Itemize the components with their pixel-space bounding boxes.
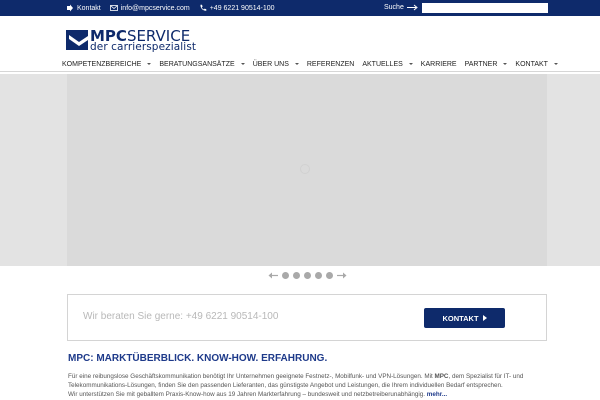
caret-down-icon <box>408 63 413 65</box>
search-label: Suche <box>384 4 404 11</box>
intro-line-3: Wir unterstützen Sie mit geballtem Praxi… <box>68 390 548 399</box>
contact-arrow-icon <box>67 4 73 12</box>
slider-dot[interactable] <box>282 271 289 279</box>
hero-slider[interactable] <box>0 74 600 266</box>
nav-item-label: BERATUNGSANSÄTZE <box>159 60 235 68</box>
nav-item-über-uns[interactable]: ÜBER UNS <box>253 61 299 68</box>
phone-label: +49 6221 90514-100 <box>209 4 275 12</box>
nav-item-label: KONTAKT <box>515 60 548 68</box>
loading-icon <box>300 164 310 174</box>
caret-down-icon <box>147 63 152 65</box>
nav-item-karriere[interactable]: KARRIERE <box>421 61 457 68</box>
phone-link[interactable]: +49 6221 90514-100 <box>199 4 275 12</box>
caret-down-icon <box>503 63 508 65</box>
nav-item-referenzen[interactable]: REFERENZEN <box>307 61 354 68</box>
logo[interactable]: MPCSERVICE der carrierspezialist <box>66 27 196 54</box>
slider-dot[interactable] <box>315 271 322 279</box>
caret-down-icon <box>553 63 558 65</box>
play-arrow-icon <box>482 315 487 321</box>
email-label: info@mpcservice.com <box>120 4 190 12</box>
nav-item-label: ÜBER UNS <box>252 60 289 68</box>
intro-line-1a: Für eine reibungslose Geschäftskommunika… <box>68 373 435 380</box>
mail-icon <box>109 5 118 11</box>
nav-item-kompetenzbereiche[interactable]: KOMPETENZBEREICHE <box>62 60 152 68</box>
logo-mark-icon <box>66 30 88 50</box>
intro-line-1b: , dem Spezialist für IT- und <box>448 373 524 380</box>
nav-item-kontakt[interactable]: KONTAKT <box>515 61 558 68</box>
phone-icon <box>200 4 207 11</box>
nav-item-label: KOMPETENZBEREICHE <box>62 60 142 68</box>
nav-item-aktuelles[interactable]: AKTUELLES <box>362 60 413 68</box>
contact-box-text: Wir beraten Sie gerne: +49 6221 90514-10… <box>83 311 279 322</box>
contact-link-label: Kontakt <box>77 4 101 12</box>
slider-next-icon[interactable] <box>337 272 347 279</box>
intro-line-1-bold: MPC <box>434 373 449 380</box>
slider-pagination <box>268 271 347 279</box>
logo-subtitle: der carrierspezialist <box>90 41 197 53</box>
nav-item-partner[interactable]: PARTNER <box>465 61 508 68</box>
slider-prev-icon[interactable] <box>268 272 278 279</box>
contact-button-label: KONTAKT <box>442 313 479 323</box>
nav-item-beratungsansätze[interactable]: BERATUNGSANSÄTZE <box>159 60 245 68</box>
contact-link[interactable]: Kontakt <box>66 4 101 12</box>
nav-item-label: PARTNER <box>464 60 498 68</box>
intro-line-2: Telekommunikations-Lösungen, finden Sie … <box>68 382 503 389</box>
nav-item-label: REFERENZEN <box>306 60 355 68</box>
nav-item-label: AKTUELLES <box>362 60 403 68</box>
search-arrow-icon[interactable] <box>407 3 419 12</box>
slider-dot[interactable] <box>293 271 300 279</box>
nav-divider <box>0 71 600 72</box>
nav-item-label: KARRIERE <box>420 60 457 68</box>
slider-dot[interactable] <box>304 271 311 279</box>
search-input[interactable] <box>422 3 548 13</box>
caret-down-icon <box>294 63 299 65</box>
slider-dot[interactable] <box>326 271 333 279</box>
more-link[interactable]: mehr... <box>427 391 447 398</box>
intro-title: MPC: MARKTÜBERBLICK. KNOW-HOW. ERFAHRUNG… <box>68 353 328 364</box>
intro-body: Für eine reibungslose Geschäftskommunika… <box>68 372 548 399</box>
contact-button[interactable]: KONTAKT <box>424 308 505 328</box>
contact-box: Wir beraten Sie gerne: +49 6221 90514-10… <box>67 294 547 341</box>
main-nav: KOMPETENZBEREICHE BERATUNGSANSÄTZE ÜBER UN… <box>62 58 558 70</box>
email-link[interactable]: info@mpcservice.com <box>109 4 190 12</box>
intro-line-3-text: Wir unterstützen Sie mit geballtem Praxi… <box>68 391 426 398</box>
intro-line-1: Für eine reibungslose Geschäftskommunika… <box>68 372 548 381</box>
top-bar-links: Kontakt info@mpcservice.com +49 6221 905… <box>66 0 275 16</box>
top-bar: Kontakt info@mpcservice.com +49 6221 905… <box>0 0 600 16</box>
caret-down-icon <box>240 63 245 65</box>
